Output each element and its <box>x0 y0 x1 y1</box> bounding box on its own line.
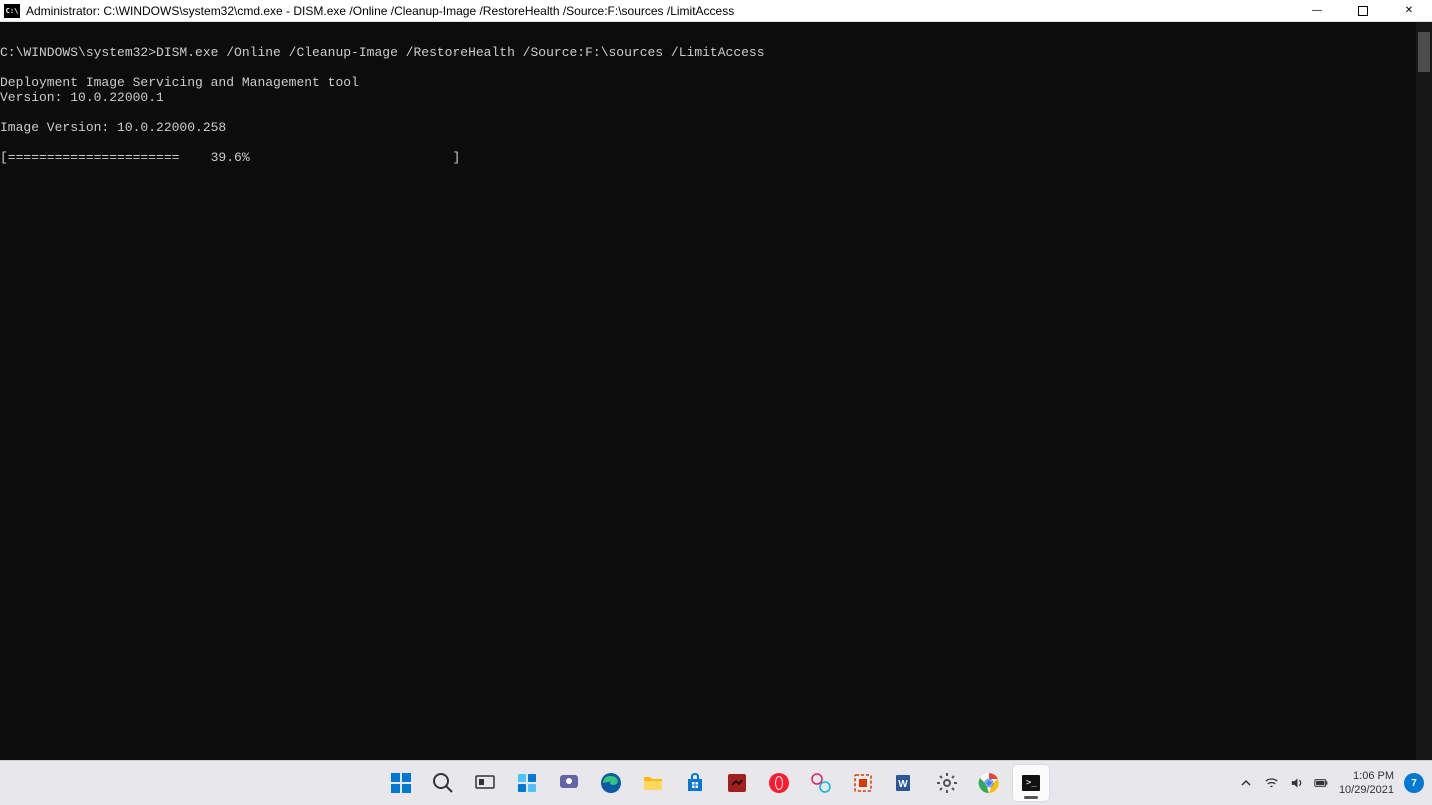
clock-time: 1:06 PM <box>1339 769 1394 783</box>
app-red-button[interactable] <box>719 765 755 801</box>
terminal-line-tool: Deployment Image Servicing and Managemen… <box>0 75 359 90</box>
word-icon: W <box>893 771 917 795</box>
file-explorer-button[interactable] <box>635 765 671 801</box>
window-title: Administrator: C:\WINDOWS\system32\cmd.e… <box>26 4 734 18</box>
snip-button[interactable] <box>845 765 881 801</box>
task-view-icon <box>473 771 497 795</box>
taskbar: W >_ <box>0 760 1432 805</box>
battery-icon[interactable] <box>1314 776 1329 791</box>
chat-icon <box>557 771 581 795</box>
terminal-icon: >_ <box>1019 771 1043 795</box>
clock[interactable]: 1:06 PM 10/29/2021 <box>1339 769 1394 797</box>
opera-icon <box>767 771 791 795</box>
terminal-button[interactable]: >_ <box>1013 765 1049 801</box>
gear-icon <box>935 771 959 795</box>
snip-icon <box>851 771 875 795</box>
wifi-icon[interactable] <box>1264 776 1279 791</box>
taskbar-right: 1:06 PM 10/29/2021 7 <box>1239 769 1424 797</box>
start-button[interactable] <box>383 765 419 801</box>
widgets-icon <box>515 771 539 795</box>
taskbar-center: W >_ <box>383 765 1049 801</box>
window-titlebar: C:\ Administrator: C:\WINDOWS\system32\c… <box>0 0 1432 22</box>
opera-button[interactable] <box>761 765 797 801</box>
app-pink-button[interactable] <box>803 765 839 801</box>
windows-icon <box>389 771 413 795</box>
chat-button[interactable] <box>551 765 587 801</box>
svg-text:W: W <box>898 779 908 790</box>
settings-button[interactable] <box>929 765 965 801</box>
volume-icon[interactable] <box>1289 776 1304 791</box>
search-button[interactable] <box>425 765 461 801</box>
svg-text:>_: >_ <box>1026 778 1037 788</box>
store-icon <box>683 771 707 795</box>
maximize-icon <box>1358 6 1368 16</box>
task-view-button[interactable] <box>467 765 503 801</box>
search-icon <box>431 771 455 795</box>
terminal-line-imgversion: Image Version: 10.0.22000.258 <box>0 120 226 135</box>
store-button[interactable] <box>677 765 713 801</box>
cmd-icon: C:\ <box>4 4 20 18</box>
folder-icon <box>641 771 665 795</box>
scrollbar-thumb[interactable] <box>1418 32 1430 72</box>
chrome-button[interactable] <box>971 765 1007 801</box>
word-button[interactable]: W <box>887 765 923 801</box>
terminal-line-progress: [====================== 39.6% ] <box>0 150 460 165</box>
minimize-button[interactable]: — <box>1294 0 1340 21</box>
close-button[interactable]: ✕ <box>1386 0 1432 21</box>
app-pink-icon <box>809 771 833 795</box>
tray-chevron-icon[interactable] <box>1239 776 1254 791</box>
widgets-button[interactable] <box>509 765 545 801</box>
clock-date: 10/29/2021 <box>1339 783 1394 797</box>
terminal-line-version: Version: 10.0.22000.1 <box>0 90 164 105</box>
notification-badge[interactable]: 7 <box>1404 773 1424 793</box>
edge-button[interactable] <box>593 765 629 801</box>
terminal-output[interactable]: C:\WINDOWS\system32>DISM.exe /Online /Cl… <box>0 22 1432 760</box>
edge-icon <box>599 771 623 795</box>
chrome-icon <box>977 771 1001 795</box>
app-red-icon <box>725 771 749 795</box>
maximize-button[interactable] <box>1340 0 1386 21</box>
scrollbar-track[interactable] <box>1416 22 1432 760</box>
terminal-line-command: C:\WINDOWS\system32>DISM.exe /Online /Cl… <box>0 45 765 60</box>
